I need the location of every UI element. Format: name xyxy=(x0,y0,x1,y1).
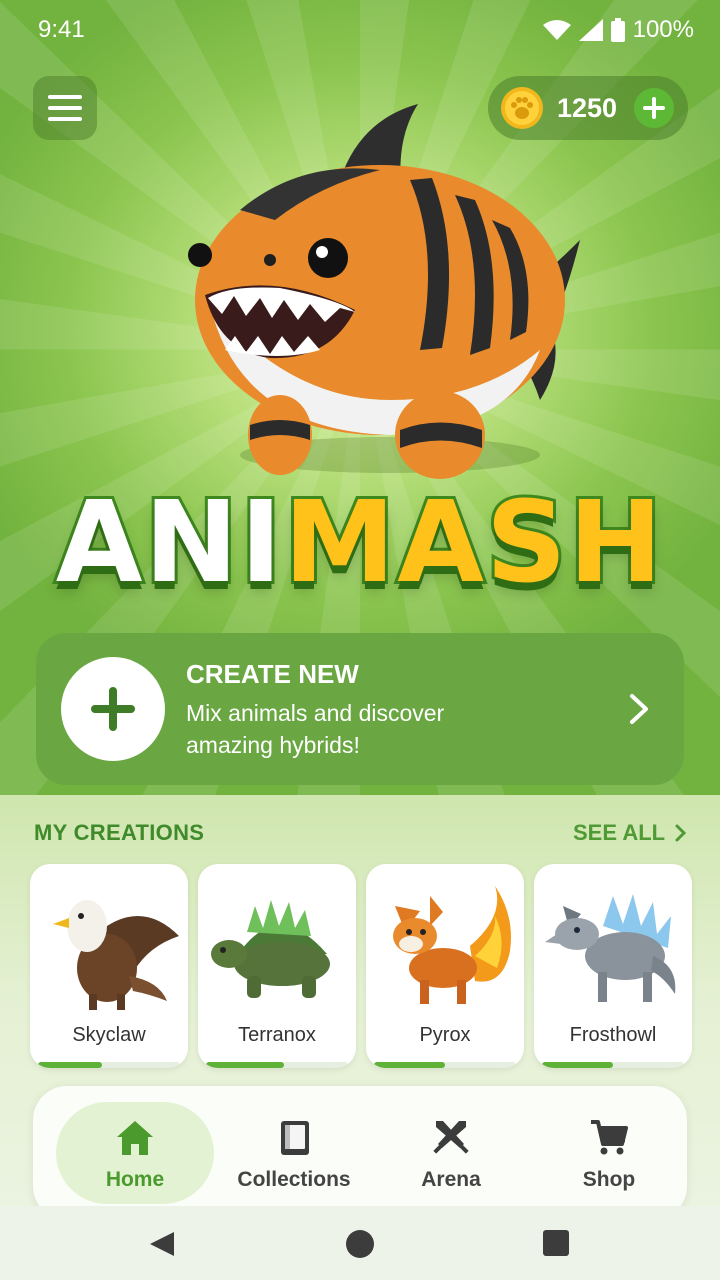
chevron-right-icon xyxy=(675,824,687,842)
progress-bar xyxy=(542,1062,613,1068)
see-all-link[interactable]: SEE ALL xyxy=(573,820,687,846)
menu-button[interactable] xyxy=(33,76,97,140)
skyclaw-image xyxy=(53,900,179,1010)
chevron-right-icon xyxy=(630,694,648,724)
status-icons: 100% xyxy=(542,16,694,44)
create-new-card[interactable]: CREATE NEW Mix animals and discover amaz… xyxy=(36,633,684,785)
terranox-image xyxy=(211,900,330,998)
create-subtitle: Mix animals and discover amazing hybrids… xyxy=(186,700,445,758)
plus-icon xyxy=(643,97,665,119)
frosthowl-image xyxy=(545,894,676,1002)
nav-label: Home xyxy=(105,1168,165,1191)
creation-card-frosthowl[interactable]: Frosthowl xyxy=(534,864,692,1068)
home-icon xyxy=(117,1121,153,1155)
creation-name: Frosthowl xyxy=(569,1024,657,1046)
home-circle-icon[interactable] xyxy=(345,1229,375,1259)
progress-bar xyxy=(206,1062,284,1068)
nav-home[interactable]: Home xyxy=(56,1102,214,1204)
nav-arena[interactable]: Arena xyxy=(372,1102,530,1204)
create-plus-circle xyxy=(61,657,165,761)
create-title: CREATE NEW xyxy=(186,659,359,689)
pyrox-image xyxy=(393,886,511,1004)
wifi-icon xyxy=(542,20,571,40)
bottom-navigation: Home Collections Arena Shop xyxy=(33,1086,687,1220)
progress-bar xyxy=(38,1062,102,1068)
plus-icon xyxy=(91,687,135,731)
book-icon xyxy=(281,1121,309,1155)
crossed-swords-icon xyxy=(433,1121,469,1154)
cart-icon xyxy=(591,1120,628,1155)
back-icon[interactable] xyxy=(148,1230,176,1258)
status-bar: 9:41 100% xyxy=(0,0,720,60)
app-logo: ANIMASH xyxy=(0,475,720,611)
nav-shop[interactable]: Shop xyxy=(530,1102,688,1204)
mascot-tiger-shark-image xyxy=(188,104,580,479)
nav-label: Arena xyxy=(421,1168,481,1191)
creation-name: Terranox xyxy=(238,1024,316,1046)
my-creations-title: MY CREATIONS xyxy=(34,820,205,845)
creation-card-skyclaw[interactable]: Skyclaw xyxy=(30,864,188,1068)
progress-bar xyxy=(374,1062,445,1068)
recents-icon[interactable] xyxy=(543,1230,569,1256)
nav-label: Shop xyxy=(582,1168,636,1191)
creation-card-terranox[interactable]: Terranox xyxy=(198,864,356,1068)
logo-part-2: MASH xyxy=(281,475,666,611)
status-time: 9:41 xyxy=(38,16,85,43)
creation-name: Skyclaw xyxy=(72,1024,146,1046)
add-coins-button[interactable] xyxy=(634,88,674,128)
battery-percent: 100% xyxy=(632,16,694,43)
nav-label: Collections xyxy=(237,1168,351,1191)
see-all-label: SEE ALL xyxy=(573,820,666,845)
hamburger-icon xyxy=(48,95,82,121)
logo-part-1: ANI xyxy=(53,475,285,611)
creation-name: Pyrox xyxy=(419,1024,471,1046)
nav-collections[interactable]: Collections xyxy=(215,1102,373,1204)
battery-icon xyxy=(610,18,625,42)
creation-card-pyrox[interactable]: Pyrox xyxy=(366,864,524,1068)
signal-icon xyxy=(578,19,603,41)
system-navigation-bar xyxy=(0,1206,720,1280)
